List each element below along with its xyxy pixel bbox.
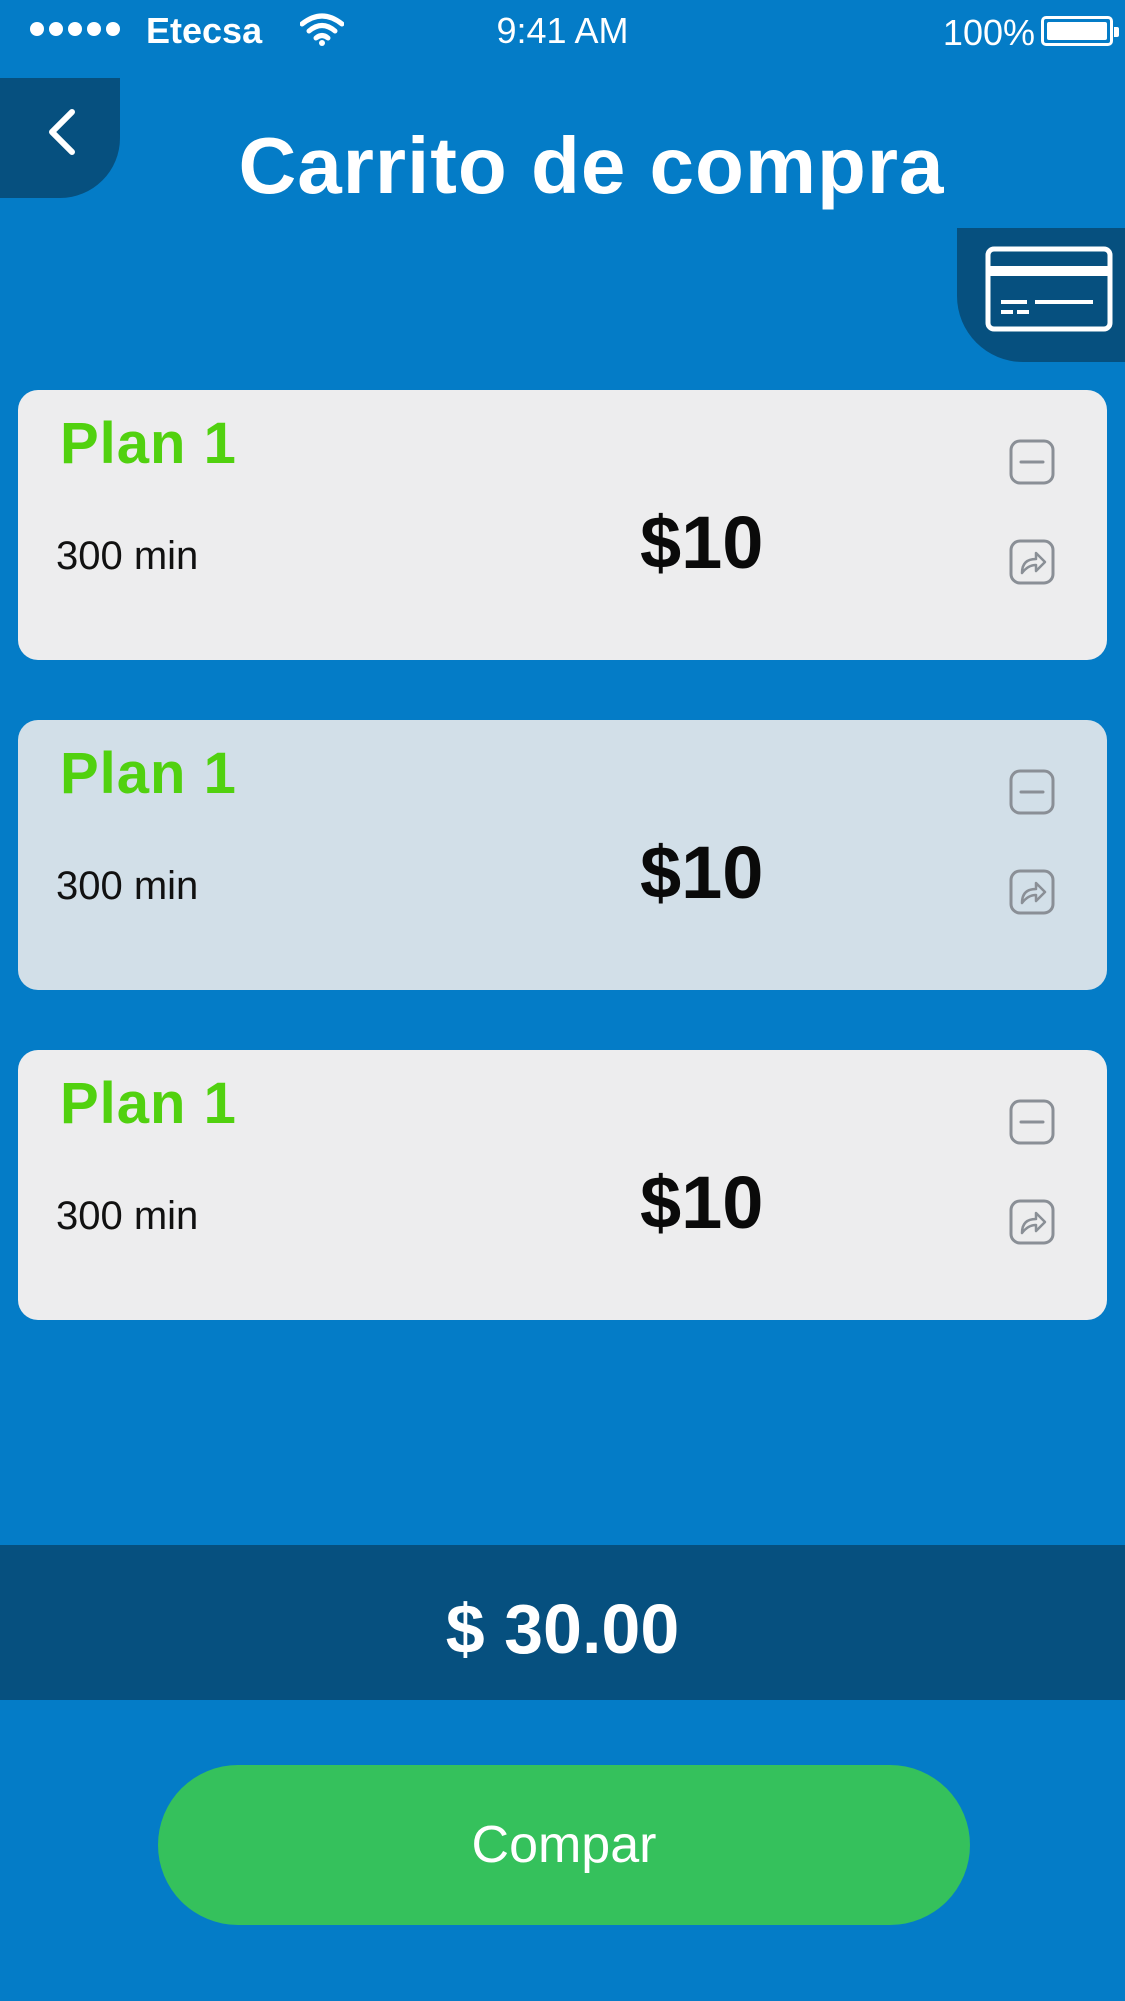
plan-name: Plan 1 — [60, 741, 237, 806]
cart-item[interactable]: Plan 1 300 min $10 — [18, 720, 1107, 990]
credit-card-icon — [985, 246, 1113, 332]
buy-button[interactable]: Compar — [158, 1765, 970, 1925]
cart-item[interactable]: Plan 1 300 min $10 — [18, 390, 1107, 660]
plan-minutes: 300 min — [56, 534, 199, 578]
payment-card-button[interactable] — [957, 228, 1125, 362]
plan-price: $10 — [640, 501, 764, 584]
share-arrow-icon — [1009, 1199, 1055, 1245]
minus-square-icon — [1009, 439, 1055, 485]
battery-percentage: 100% — [942, 12, 1035, 53]
minus-square-icon — [1009, 769, 1055, 815]
plan-price: $10 — [640, 1161, 764, 1244]
remove-item-button[interactable] — [1008, 768, 1056, 816]
total-bar: $ 30.00 — [0, 1545, 1125, 1700]
plan-minutes: 300 min — [56, 1194, 199, 1238]
total-amount: $ 30.00 — [445, 1590, 680, 1668]
page-title: Carrito de compra — [238, 121, 945, 210]
status-bar: Etecsa 9:41 AM 100% — [0, 0, 1125, 64]
cart-item[interactable]: Plan 1 300 min $10 — [18, 1050, 1107, 1320]
remove-item-button[interactable] — [1008, 1098, 1056, 1146]
share-item-button[interactable] — [1008, 1198, 1056, 1246]
share-arrow-icon — [1009, 869, 1055, 915]
minus-square-icon — [1009, 1099, 1055, 1145]
battery-icon — [1041, 16, 1119, 46]
share-item-button[interactable] — [1008, 538, 1056, 586]
plan-minutes: 300 min — [56, 864, 199, 908]
share-arrow-icon — [1009, 539, 1055, 585]
remove-item-button[interactable] — [1008, 438, 1056, 486]
shopping-cart-screen: Etecsa 9:41 AM 100% Carrito de compra Pl… — [0, 0, 1125, 2001]
plan-price: $10 — [640, 831, 764, 914]
plan-name: Plan 1 — [60, 1071, 237, 1136]
plan-name: Plan 1 — [60, 411, 237, 476]
share-item-button[interactable] — [1008, 868, 1056, 916]
